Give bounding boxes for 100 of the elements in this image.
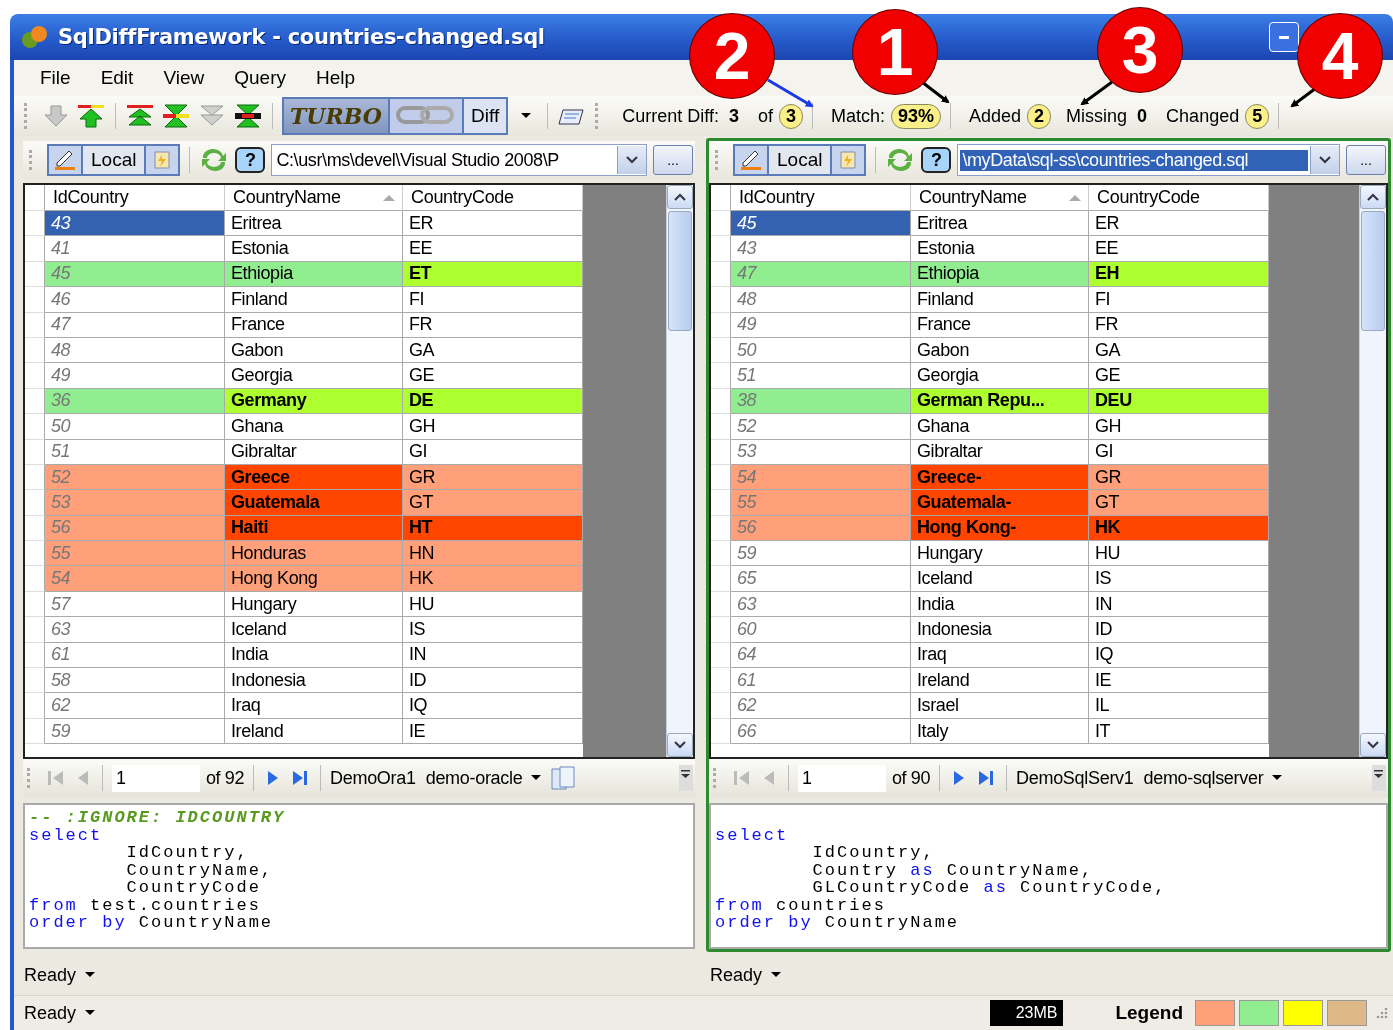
row-header[interactable] [711, 388, 731, 415]
row-header[interactable] [25, 363, 45, 389]
row-header[interactable] [25, 439, 45, 465]
row-header[interactable] [711, 337, 731, 364]
vertical-scrollbar[interactable] [1359, 185, 1386, 757]
row-header[interactable] [711, 642, 731, 669]
row-header[interactable] [711, 515, 731, 542]
row-header[interactable] [25, 287, 45, 313]
row-header[interactable] [25, 337, 45, 364]
row-header[interactable] [711, 287, 731, 313]
database-dropdown[interactable]: demo-sqlserver [1143, 767, 1264, 789]
caret-icon[interactable] [84, 971, 97, 979]
row-header[interactable] [711, 211, 731, 237]
row-header[interactable] [25, 566, 45, 592]
down-arrow-icon[interactable] [42, 103, 70, 129]
row-header[interactable] [711, 261, 731, 288]
row-header[interactable] [711, 414, 731, 440]
row-header[interactable] [711, 693, 731, 719]
sql-editor[interactable]: select IdCountry, Country as CountryName, GLCountryCode as CountryCode, from countries order by CountryName [709, 803, 1388, 949]
scrollbar-thumb[interactable] [1361, 211, 1385, 331]
row-header[interactable] [25, 312, 45, 338]
status-text[interactable]: Ready [24, 1002, 77, 1024]
row-header[interactable] [25, 541, 45, 567]
caret-icon[interactable] [84, 1009, 97, 1017]
scroll-up-icon[interactable] [673, 192, 687, 202]
row-header[interactable] [711, 363, 731, 389]
pencil-button[interactable] [49, 146, 81, 174]
dropdown-button[interactable] [1310, 146, 1339, 174]
scroll-down-icon[interactable] [1366, 740, 1380, 750]
script-button[interactable] [832, 146, 865, 174]
help-button[interactable]: ? [921, 147, 952, 173]
overflow-chevron-icon[interactable] [679, 765, 693, 791]
page-field[interactable]: 1 [798, 764, 886, 792]
row-header[interactable] [711, 668, 731, 694]
row-header[interactable] [711, 464, 731, 491]
scroll-down-icon[interactable] [673, 740, 687, 750]
row-header[interactable] [25, 464, 45, 491]
row-header[interactable] [25, 617, 45, 643]
path-combo-box[interactable]: C:\usr\ms\devel\Visual Studio 2008\P [271, 144, 647, 176]
hourglass-icon[interactable] [233, 103, 263, 129]
source-button[interactable]: Local [81, 146, 147, 174]
row-header[interactable] [711, 617, 731, 643]
chain-button[interactable] [390, 99, 464, 133]
minimize-button[interactable] [1269, 22, 1299, 52]
code-cell: GA [403, 337, 583, 364]
row-header[interactable] [25, 668, 45, 694]
row-header[interactable] [25, 490, 45, 516]
caret-icon[interactable] [1271, 774, 1284, 782]
row-header[interactable] [25, 388, 45, 415]
path-combo-box[interactable]: \myData\sql-ss\countries-changed.sql [957, 144, 1340, 176]
row-header[interactable] [25, 693, 45, 719]
source-button[interactable]: Local [767, 146, 833, 174]
row-header[interactable] [711, 541, 731, 567]
menu-item[interactable]: View [163, 67, 205, 89]
resize-grip-icon[interactable] [1375, 1006, 1389, 1020]
code-cell: HU [1089, 541, 1269, 567]
page-field[interactable]: 1 [112, 764, 200, 792]
pencil-button[interactable] [735, 146, 767, 174]
caret-icon[interactable] [530, 774, 543, 782]
dropdown-button[interactable] [617, 146, 646, 174]
menu-item[interactable]: Help [315, 67, 356, 89]
row-header[interactable] [711, 439, 731, 465]
scrollbar-thumb[interactable] [668, 211, 692, 331]
row-header[interactable] [711, 236, 731, 262]
pane-status[interactable]: Ready [24, 964, 77, 986]
diff-button[interactable]: Diff [464, 99, 507, 133]
row-header[interactable] [25, 642, 45, 669]
name-cell: Eritrea [911, 211, 1089, 237]
row-header[interactable] [711, 591, 731, 618]
vertical-scrollbar[interactable] [666, 185, 693, 757]
script-button[interactable] [146, 146, 179, 174]
scroll-up-icon[interactable] [1366, 192, 1380, 202]
caret-icon[interactable] [770, 971, 783, 979]
pane-status[interactable]: Ready [710, 964, 763, 986]
row-header[interactable] [25, 414, 45, 440]
row-header[interactable] [711, 490, 731, 516]
browse-button[interactable]: ... [1346, 145, 1386, 175]
row-header[interactable] [711, 718, 731, 745]
menu-item[interactable]: Edit [100, 67, 134, 89]
row-header[interactable] [25, 236, 45, 262]
menu-item[interactable]: Query [234, 67, 286, 89]
dropdown-caret-icon[interactable] [520, 112, 533, 120]
row-header[interactable] [25, 211, 45, 237]
hourglass-arrows-icon[interactable] [161, 103, 191, 129]
double-up-arrow-icon[interactable] [125, 103, 155, 129]
database-dropdown[interactable]: demo-oracle [425, 767, 523, 789]
help-button[interactable]: ? [235, 147, 266, 173]
row-header[interactable] [711, 566, 731, 592]
turbo-button[interactable]: TURBO [284, 99, 390, 133]
row-header[interactable] [25, 591, 45, 618]
menu-item[interactable]: File [40, 67, 71, 89]
row-header[interactable] [25, 718, 45, 745]
row-header[interactable] [25, 261, 45, 288]
row-header[interactable] [711, 312, 731, 338]
browse-button[interactable]: ... [653, 145, 693, 175]
row-header[interactable] [25, 515, 45, 542]
overflow-chevron-icon[interactable] [1372, 765, 1386, 791]
up-arrow-icon[interactable] [76, 103, 106, 129]
sql-editor[interactable]: -- :IGNORE: IDCOUNTRY select IdCountry, CountryName, CountryCode from test.countries order by CountryName [23, 803, 695, 949]
connection-name: DemoSqlServ1 [1016, 767, 1134, 789]
